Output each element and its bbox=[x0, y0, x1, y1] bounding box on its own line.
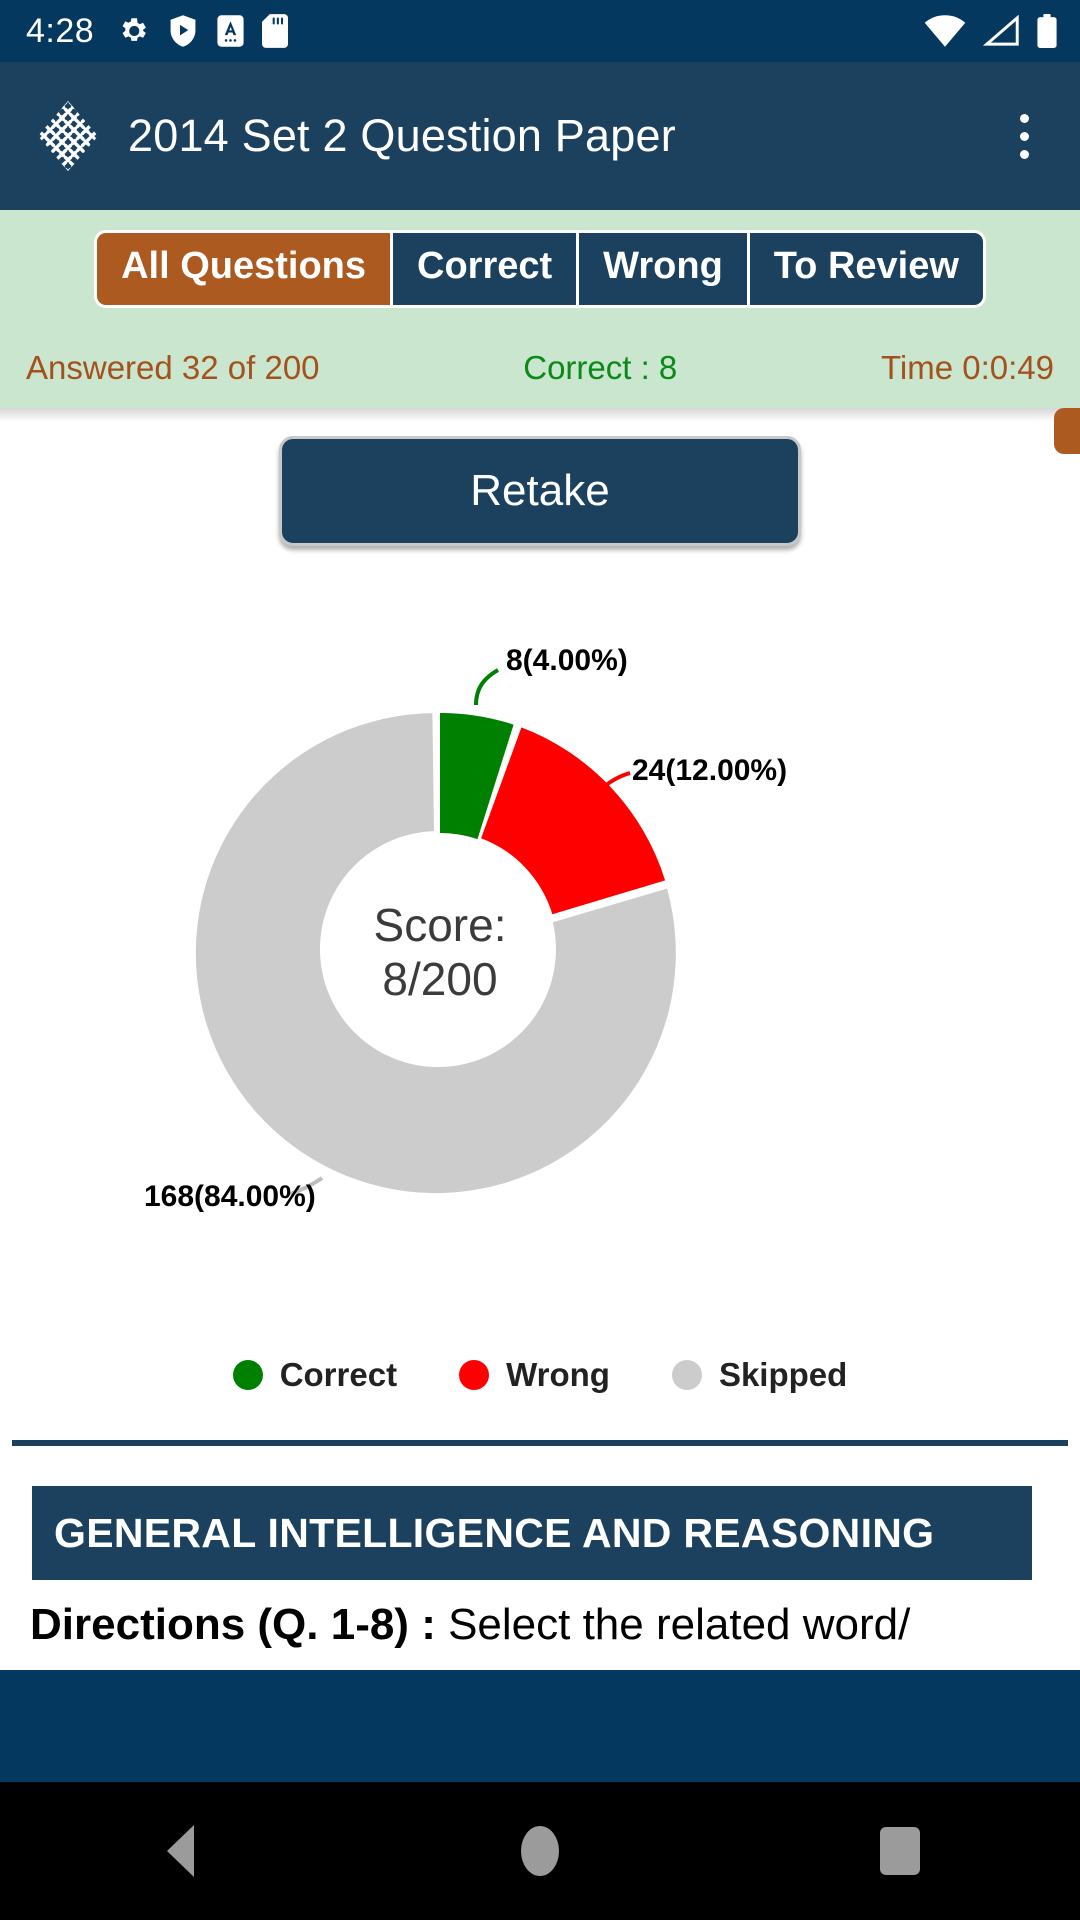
status-right-icons bbox=[924, 14, 1058, 48]
more-options-icon[interactable] bbox=[996, 93, 1052, 179]
score-center-text: Score: 8/200 bbox=[374, 899, 507, 1007]
score-label: Score: bbox=[373, 899, 507, 952]
leader-correct bbox=[474, 668, 500, 706]
filter-tabs-bar: All Questions Correct Wrong To Review bbox=[0, 210, 1080, 328]
filter-tabs: All Questions Correct Wrong To Review bbox=[94, 230, 986, 308]
stats-bar: Answered 32 of 200 Correct : 8 Time 0:0:… bbox=[0, 328, 1080, 408]
label-wrong: 24(12.00%) bbox=[632, 754, 787, 787]
legend-label-wrong: Wrong bbox=[506, 1356, 610, 1393]
wifi-icon bbox=[924, 15, 966, 47]
back-button[interactable] bbox=[105, 1782, 255, 1920]
gear-icon bbox=[122, 18, 147, 41]
sd-card-icon bbox=[262, 14, 289, 48]
status-left-icons bbox=[116, 14, 289, 48]
elapsed-time: Time 0:0:49 bbox=[880, 349, 1054, 386]
android-nav-bar bbox=[0, 1782, 1080, 1920]
legend-swatch-skipped bbox=[671, 1360, 702, 1390]
legend-item-wrong: Wrong bbox=[459, 1356, 610, 1394]
top-shadow bbox=[0, 408, 1080, 422]
label-skipped: 168(84.00%) bbox=[144, 1180, 316, 1213]
home-button[interactable] bbox=[465, 1782, 615, 1920]
recents-icon bbox=[880, 1827, 920, 1875]
tab-all-questions[interactable]: All Questions bbox=[97, 233, 394, 305]
label-correct: 8(4.00%) bbox=[506, 644, 628, 677]
legend-item-correct: Correct bbox=[232, 1356, 398, 1394]
result-scroll-area[interactable]: Retake 8(4.00%) 24(12.00%) 168(84.00%) S… bbox=[0, 408, 1080, 1670]
retake-button[interactable]: Retake bbox=[279, 436, 801, 546]
directions-text: Directions (Q. 1-8) : Select the related… bbox=[30, 1600, 1070, 1650]
phone-screen: 4:28 2014 Set 2 Question Paper All Quest… bbox=[0, 0, 1080, 1920]
donut-svg: 8(4.00%) 24(12.00%) 168(84.00%) bbox=[144, 644, 787, 1213]
shield-play-icon bbox=[170, 15, 196, 47]
tab-wrong[interactable]: Wrong bbox=[579, 233, 750, 305]
chart-legend: Correct Wrong Skipped bbox=[0, 1356, 1080, 1394]
retake-row: Retake bbox=[0, 436, 1080, 546]
a-app-icon bbox=[217, 15, 244, 47]
score-donut-chart: 8(4.00%) 24(12.00%) 168(84.00%) Score: 8… bbox=[0, 558, 1080, 1348]
directions-prefix: Directions (Q. 1-8) : bbox=[30, 1600, 436, 1649]
page-title: 2014 Set 2 Question Paper bbox=[128, 110, 676, 161]
lattice-diamond-logo bbox=[38, 101, 98, 171]
back-icon bbox=[166, 1825, 194, 1877]
battery-icon bbox=[1037, 14, 1057, 48]
status-clock: 4:28 bbox=[26, 12, 95, 50]
tab-correct[interactable]: Correct bbox=[393, 233, 580, 305]
legend-swatch-wrong bbox=[459, 1360, 490, 1390]
legend-label-correct: Correct bbox=[279, 1356, 398, 1393]
section-title: GENERAL INTELLIGENCE AND REASONING bbox=[32, 1486, 1032, 1580]
directions-body: Select the related word/ bbox=[435, 1600, 911, 1649]
bottom-band bbox=[0, 1670, 1080, 1782]
legend-item-skipped: Skipped bbox=[671, 1356, 848, 1394]
answered-count: Answered 32 of 200 bbox=[26, 349, 320, 386]
tab-to-review[interactable]: To Review bbox=[749, 233, 983, 305]
correct-count: Correct : 8 bbox=[523, 349, 678, 386]
home-icon bbox=[521, 1826, 559, 1876]
app-bar: 2014 Set 2 Question Paper bbox=[0, 62, 1080, 210]
score-value: 8/200 bbox=[382, 953, 498, 1005]
cell-signal-icon bbox=[982, 15, 1019, 46]
status-bar: 4:28 bbox=[0, 0, 1080, 62]
legend-swatch-correct bbox=[232, 1360, 263, 1390]
section-divider bbox=[12, 1440, 1068, 1446]
legend-label-skipped: Skipped bbox=[718, 1356, 848, 1393]
recents-button[interactable] bbox=[825, 1782, 975, 1920]
